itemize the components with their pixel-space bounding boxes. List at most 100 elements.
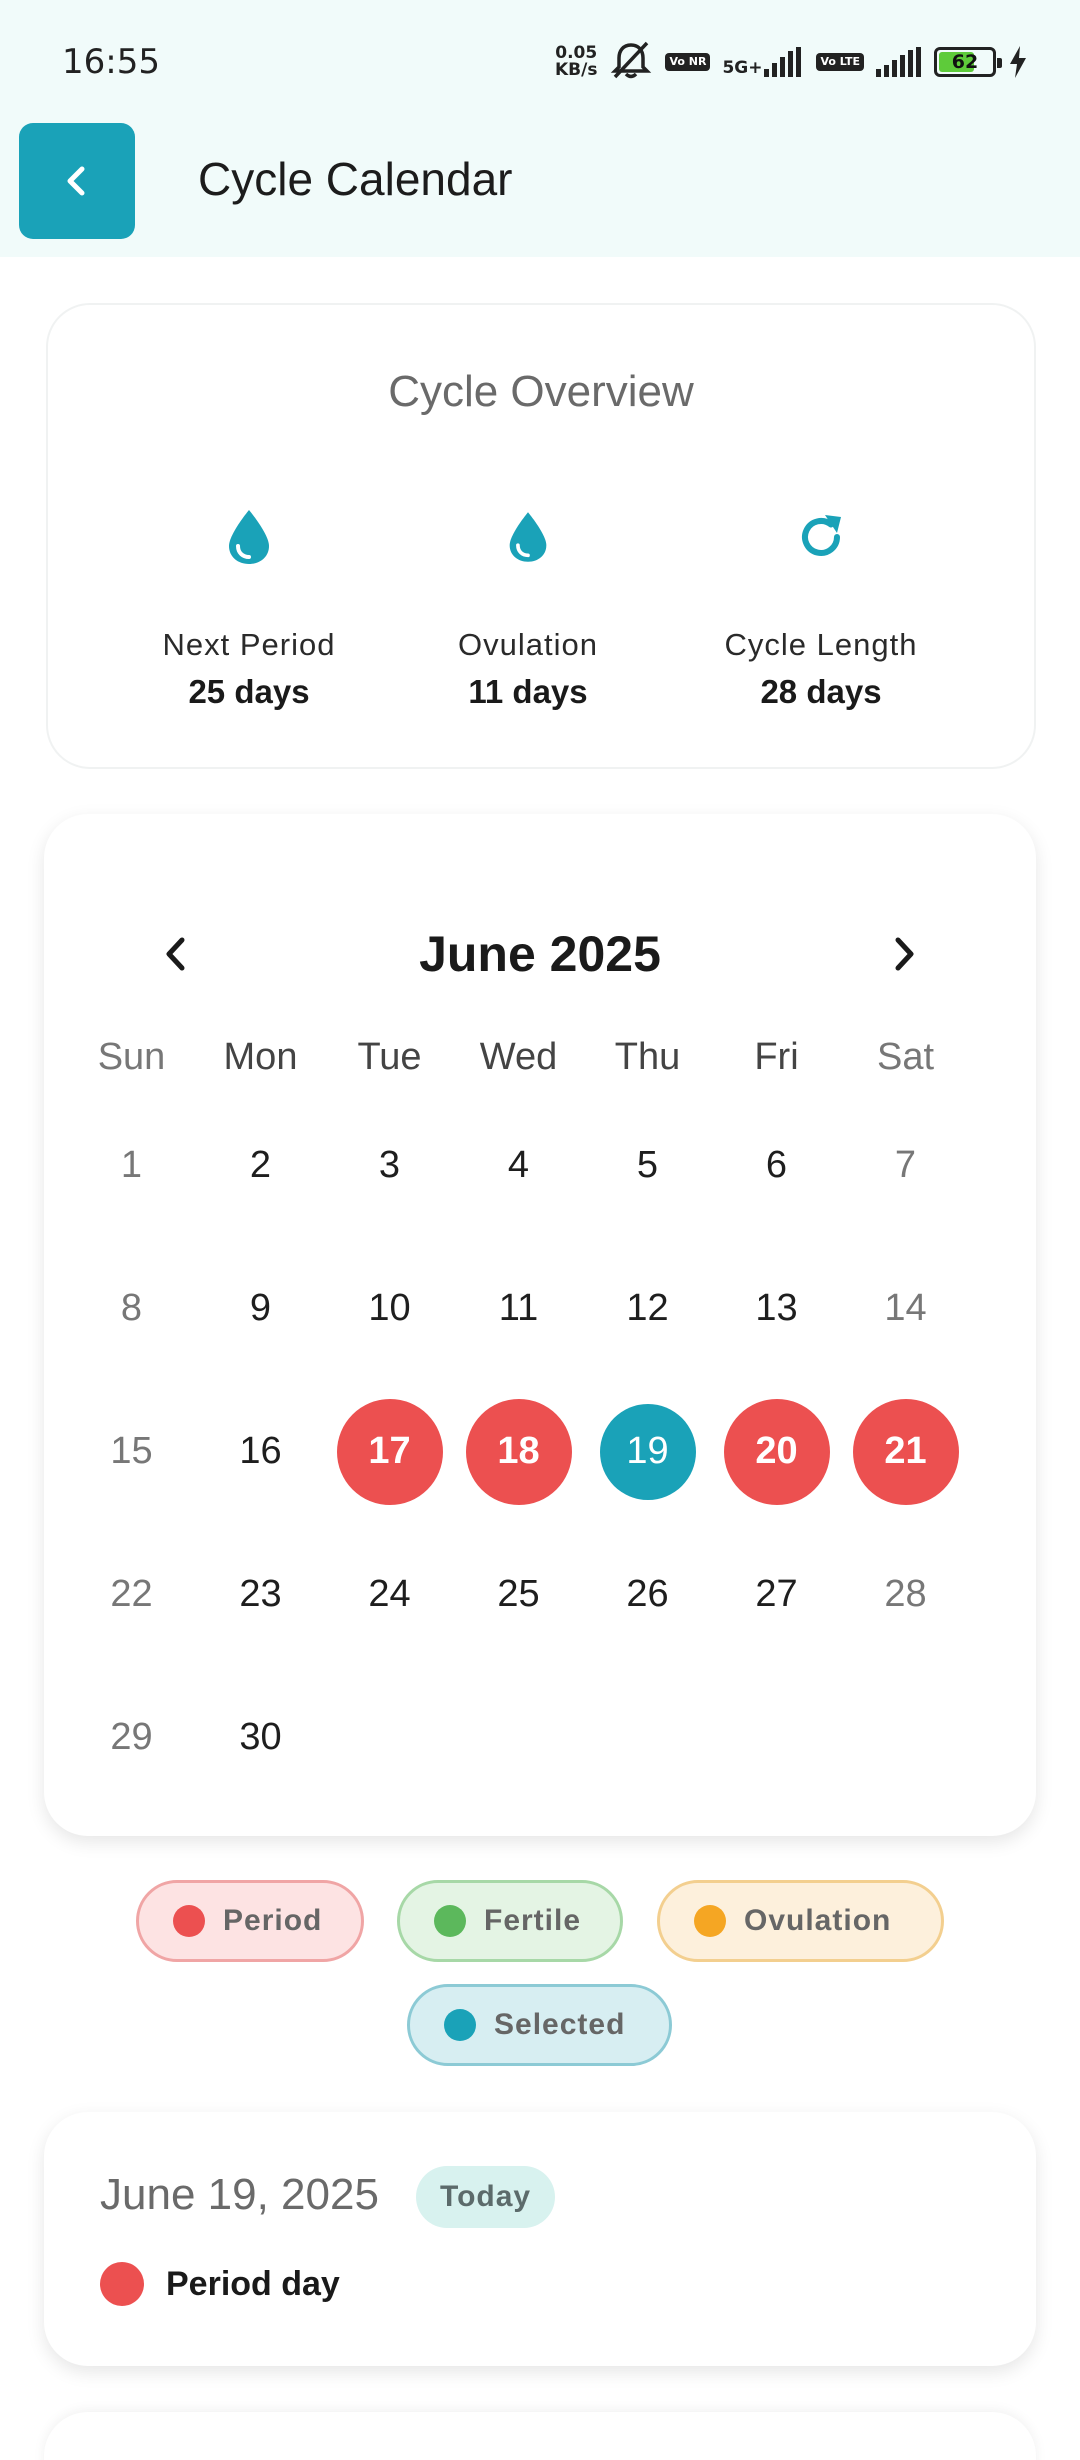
day-28[interactable]: 28 [841,1523,970,1666]
day-number: 27 [755,1573,798,1615]
mute-icon [609,41,653,83]
weekday-row: Sun Mon Tue Wed Thu Fri Sat [67,1036,967,1079]
day-number: 16 [239,1430,282,1472]
next-month-button[interactable] [876,926,932,982]
day-number: 26 [626,1573,669,1615]
weekday-label: Tue [357,1036,422,1078]
legend-label: Period [223,1904,323,1937]
day-number: 10 [368,1287,411,1329]
legend-dot [173,1905,205,1937]
day-number: 23 [239,1573,282,1615]
day-number: 29 [110,1716,153,1758]
day-29[interactable]: 29 [67,1666,196,1809]
signal-bars-icon [876,47,921,77]
day-1[interactable]: 1 [67,1094,196,1237]
stat-value: 11 days [468,673,588,710]
overview-title: Cycle Overview [388,367,694,416]
day-status-row: Period day [100,2262,340,2306]
status-dot [100,2262,144,2306]
day-13[interactable]: 13 [712,1237,841,1380]
day-17[interactable]: 17 [325,1380,454,1523]
day-7[interactable]: 7 [841,1094,970,1237]
back-button[interactable] [19,123,135,239]
day-number: 30 [239,1716,282,1758]
weekday-label: Mon [223,1036,298,1078]
legend-label: Ovulation [744,1904,892,1937]
stat-ovulation: Ovulation 11 days [378,505,678,711]
day-15[interactable]: 15 [67,1380,196,1523]
legend-label: Selected [494,2008,626,2041]
day-26[interactable]: 26 [583,1523,712,1666]
day-2[interactable]: 2 [196,1094,325,1237]
day-14[interactable]: 14 [841,1237,970,1380]
day-number: 20 [723,1398,830,1505]
legend-label: Fertile [484,1904,582,1937]
day-number: 12 [626,1287,669,1329]
weekday-label: Sun [97,1036,166,1078]
weekday-label: Sat [876,1036,935,1078]
battery-icon: 62 [934,47,1002,77]
day-16[interactable]: 16 [196,1380,325,1523]
day-number: 17 [336,1398,443,1505]
day-30[interactable]: 30 [196,1666,325,1809]
weekday-label: Fri [754,1036,799,1078]
day-18[interactable]: 18 [454,1380,583,1523]
day-12[interactable]: 12 [583,1237,712,1380]
day-4[interactable]: 4 [454,1094,583,1237]
day-number: 14 [884,1287,927,1329]
day-status-text: Period day [166,2264,340,2303]
day-number: 21 [852,1398,959,1505]
cycle-overview-card: Cycle Overview Next Period 25 days Ovula… [46,303,1036,769]
legend-dot [444,2009,476,2041]
day-number: 2 [249,1144,272,1186]
day-11[interactable]: 11 [454,1237,583,1380]
day-25[interactable]: 25 [454,1523,583,1666]
legend-fertile: Fertile [397,1880,623,1962]
day-22[interactable]: 22 [67,1523,196,1666]
status-time: 16:55 [62,42,160,82]
signal-5g: 5G+ [722,47,804,77]
page-title: Cycle Calendar [198,153,513,205]
day-number: 1 [120,1144,143,1186]
stat-value: 28 days [760,673,882,710]
day-number: 25 [497,1573,540,1615]
vonr-badge: Vo NR [665,53,711,71]
day-number: 4 [507,1144,530,1186]
drop-icon [378,505,678,569]
status-bar: 16:55 0.05 KB/s Vo NR 5G+ Vo LTE 62 [0,0,1080,120]
day-19[interactable]: 19 [583,1380,712,1523]
day-5[interactable]: 5 [583,1094,712,1237]
day-number: 8 [120,1287,143,1329]
day-23[interactable]: 23 [196,1523,325,1666]
network-speed-unit: KB/s [555,60,598,80]
selected-day-card: June 19, 2025 Today Period day [44,2112,1036,2366]
day-24[interactable]: 24 [325,1523,454,1666]
day-8[interactable]: 8 [67,1237,196,1380]
stat-cycle-length: Cycle Length 28 days [671,505,971,711]
legend-dot [434,1905,466,1937]
stat-label: Cycle Length [724,627,918,662]
stat-value: 25 days [188,673,310,710]
day-3[interactable]: 3 [325,1094,454,1237]
day-9[interactable]: 9 [196,1237,325,1380]
network-speed: 0.05 KB/s [555,45,597,79]
day-21[interactable]: 21 [841,1380,970,1523]
day-number: 22 [110,1573,153,1615]
calendar-card: June 2025 Sun Mon Tue Wed Thu Fri Sat 12345678… [44,814,1036,1836]
selected-date: June 19, 2025 [100,2170,379,2219]
day-10[interactable]: 10 [325,1237,454,1380]
day-27[interactable]: 27 [712,1523,841,1666]
next-card [44,2412,1036,2460]
day-number: 3 [378,1144,401,1186]
day-6[interactable]: 6 [712,1094,841,1237]
day-20[interactable]: 20 [712,1380,841,1523]
refresh-icon [671,505,971,569]
stat-next-period: Next Period 25 days [99,505,399,711]
calendar-header: June 2025 [44,914,1036,994]
volte-badge: Vo LTE [816,53,864,71]
day-number: 19 [599,1403,696,1500]
calendar-grid: 1 2 3 4 5 6 7 8 9 10 11 12 13 14 15 16 17 18 19 20 21 22 23 24 2… [67,1094,970,1809]
weekday-label: Wed [479,1036,558,1078]
day-number: 24 [368,1573,411,1615]
network-type-label: 5G+ [722,58,763,78]
